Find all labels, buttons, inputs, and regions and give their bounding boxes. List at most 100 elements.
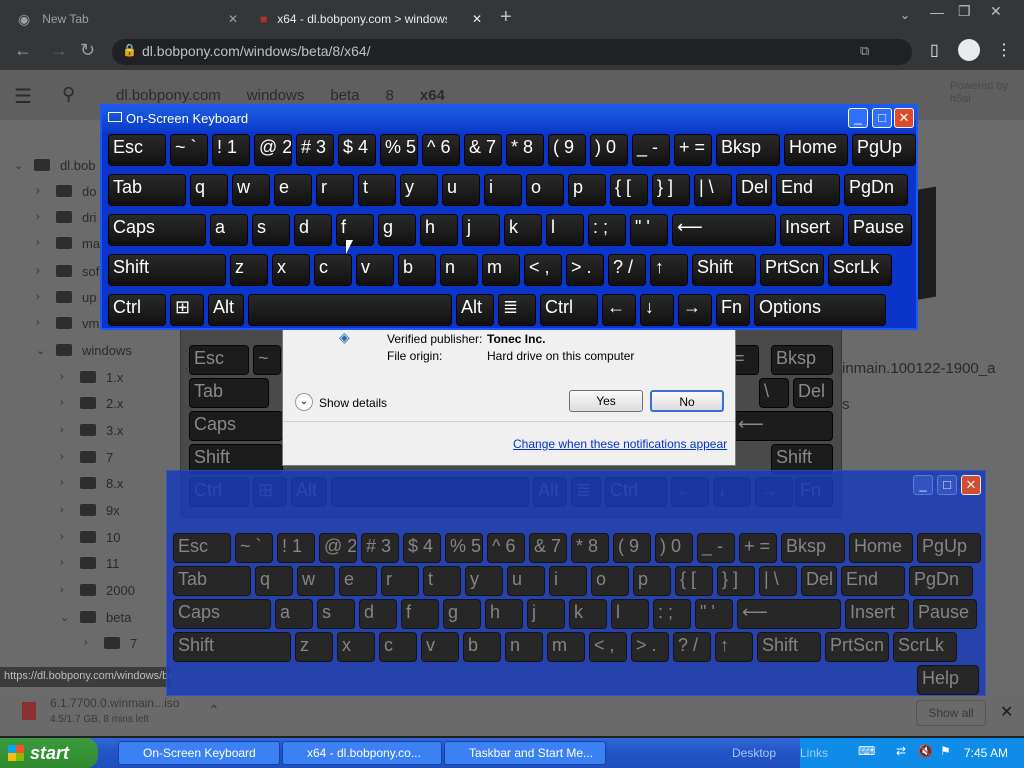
osk-key[interactable]: PrtScn — [760, 254, 824, 286]
osk-key[interactable]: d — [294, 214, 332, 246]
osk-key[interactable]: ^ 6 — [422, 134, 460, 166]
osk-key[interactable]: ↑ — [650, 254, 688, 286]
tree-item[interactable]: › 8.x — [60, 470, 123, 496]
osk-key[interactable]: Pause — [848, 214, 912, 246]
osk-key[interactable]: Alt — [456, 294, 494, 326]
osk-key[interactable]: Home — [784, 134, 848, 166]
close-icon[interactable]: ✕ — [961, 475, 981, 495]
breadcrumb-item[interactable]: 8 — [386, 87, 394, 104]
osk-key[interactable]: ≣ — [498, 294, 536, 326]
osk-key[interactable]: ! 1 — [212, 134, 250, 166]
osk-key[interactable]: < , — [524, 254, 562, 286]
tree-item[interactable]: › 9x — [60, 497, 120, 523]
osk-key[interactable]: > . — [566, 254, 604, 286]
flag-icon[interactable]: ⚑ — [940, 744, 951, 758]
osk-key[interactable]: i — [484, 174, 522, 206]
osk-key[interactable]: Ctrl — [540, 294, 598, 326]
osk-key[interactable]: g — [378, 214, 416, 246]
osk-key[interactable] — [248, 294, 452, 326]
osk-key[interactable]: PgDn — [844, 174, 908, 206]
file-name[interactable]: s — [842, 396, 850, 413]
tree-item[interactable]: › 1.x — [60, 364, 123, 390]
tree-item[interactable]: › vm — [36, 310, 99, 336]
osk-key[interactable]: e — [274, 174, 312, 206]
osk-key[interactable]: x — [272, 254, 310, 286]
forward-icon[interactable]: → — [50, 40, 68, 61]
minimize-icon[interactable]: _ — [848, 108, 868, 128]
osk-key[interactable]: Tab — [108, 174, 186, 206]
yes-button[interactable]: Yes — [569, 390, 643, 412]
osk-key[interactable]: ? / — [608, 254, 646, 286]
osk-key[interactable]: a — [210, 214, 248, 246]
taskbar-item-taskbar-settings[interactable]: Taskbar and Start Me... — [444, 741, 606, 765]
taskbar-item-osk[interactable]: On-Screen Keyboard — [118, 741, 280, 765]
tree-item-windows[interactable]: ⌄ windows — [36, 337, 132, 363]
tab-bobpony[interactable]: ■ x64 - dl.bobpony.com > windows ✕ — [250, 4, 492, 34]
osk-key[interactable]: Del — [736, 174, 772, 206]
profile-avatar[interactable] — [958, 39, 980, 61]
new-tab-button[interactable]: + — [500, 6, 512, 29]
osk-key[interactable]: ~ ` — [170, 134, 208, 166]
file-name[interactable]: inmain.100122-1900_a — [842, 360, 995, 377]
restore-icon[interactable]: ❐ — [958, 3, 971, 20]
osk-key[interactable]: ↓ — [640, 294, 674, 326]
menu-icon[interactable]: ☰ — [14, 84, 32, 109]
tree-item[interactable]: › up — [36, 284, 96, 310]
show-details-link[interactable]: Show details — [319, 396, 387, 410]
osk-key[interactable]: w — [232, 174, 270, 206]
minimize-icon[interactable]: — — [930, 4, 944, 20]
osk-key[interactable]: v — [356, 254, 394, 286]
breadcrumb-item[interactable]: beta — [330, 87, 359, 104]
install-app-icon[interactable]: ⧉ — [860, 43, 869, 59]
osk-key[interactable]: ← — [602, 294, 636, 326]
osk-key[interactable]: c — [314, 254, 352, 286]
menu-kebab-icon[interactable]: ⋮ — [996, 40, 1012, 60]
minimize-icon[interactable]: _ — [913, 475, 933, 495]
osk-key[interactable]: PgUp — [852, 134, 916, 166]
tab-new-tab[interactable]: ◉ New Tab ✕ — [8, 4, 248, 34]
maximize-icon[interactable]: □ — [937, 475, 957, 495]
osk-key[interactable]: y — [400, 174, 438, 206]
osk-key[interactable]: j — [462, 214, 500, 246]
osk-key[interactable]: Insert — [780, 214, 844, 246]
close-tab-icon[interactable]: ✕ — [228, 12, 238, 26]
osk-key[interactable]: Options — [754, 294, 886, 326]
osk-key[interactable]: _ - — [632, 134, 670, 166]
osk-key[interactable]: z — [230, 254, 268, 286]
tree-item[interactable]: › dri — [36, 204, 96, 230]
osk-key[interactable]: End — [776, 174, 840, 206]
osk-key[interactable]: ( 9 — [548, 134, 586, 166]
network-icon[interactable]: ⇄ — [896, 744, 906, 758]
side-panel-icon[interactable]: ▯ — [930, 40, 939, 60]
osk-key[interactable]: & 7 — [464, 134, 502, 166]
osk-key[interactable]: } ] — [652, 174, 690, 206]
tree-root[interactable]: ⌄ dl.bob — [14, 152, 95, 178]
osk-key[interactable]: Shift — [692, 254, 756, 286]
osk-key[interactable]: Alt — [208, 294, 244, 326]
chevron-up-icon[interactable]: ⌃ — [208, 702, 220, 719]
desktop-toolbar[interactable]: Desktop — [732, 746, 776, 760]
start-button[interactable]: start — [0, 738, 98, 768]
taskbar-item-chrome[interactable]: x64 - dl.bobpony.co... — [282, 741, 442, 765]
osk-key[interactable]: * 8 — [506, 134, 544, 166]
notifications-settings-link[interactable]: Change when these notifications appear — [513, 437, 727, 451]
osk-key[interactable]: n — [440, 254, 478, 286]
back-icon[interactable]: ← — [14, 40, 32, 61]
osk-key[interactable]: Shift — [108, 254, 226, 286]
close-tab-icon[interactable]: ✕ — [472, 12, 482, 26]
osk-key[interactable]: @ 2 — [254, 134, 292, 166]
search-icon[interactable]: ⚲ — [62, 84, 75, 105]
osk-key[interactable]: l — [546, 214, 584, 246]
tree-item[interactable]: › 10 — [60, 524, 120, 550]
download-name[interactable]: 6.1.7700.0.winmain...iso — [50, 696, 179, 710]
keyboard-tray-icon[interactable]: ⌨ — [858, 744, 875, 758]
osk-key[interactable]: t — [358, 174, 396, 206]
osk-key[interactable]: f — [336, 214, 374, 246]
no-button[interactable]: No — [650, 390, 724, 412]
osk-key[interactable]: h — [420, 214, 458, 246]
links-toolbar[interactable]: Links — [800, 746, 828, 760]
osk-key[interactable]: ⟵ — [672, 214, 776, 246]
osk-key[interactable]: o — [526, 174, 564, 206]
tree-item[interactable]: › do — [36, 178, 96, 204]
osk-key[interactable]: : ; — [588, 214, 626, 246]
